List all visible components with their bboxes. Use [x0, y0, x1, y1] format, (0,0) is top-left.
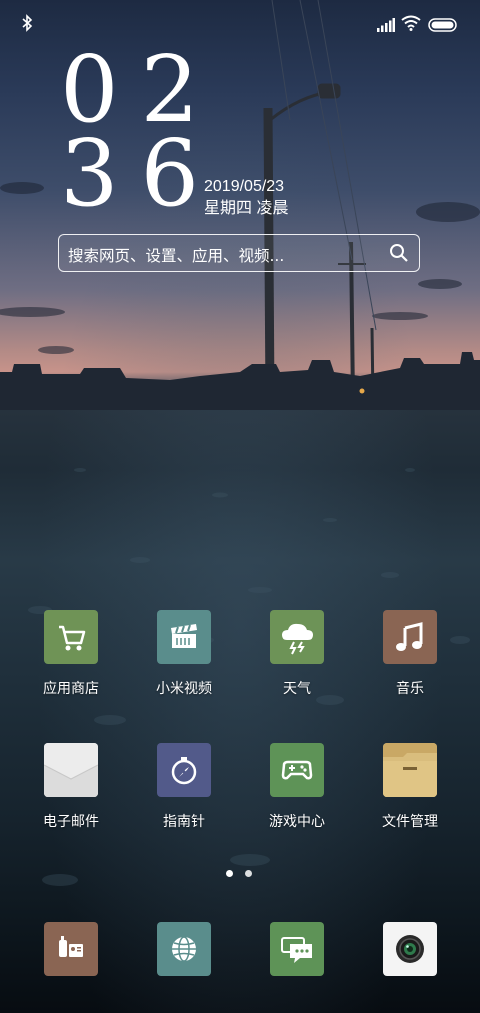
app-game-center[interactable]: 游戏中心 [242, 743, 352, 831]
browser-globe-icon [157, 922, 211, 976]
search-icon[interactable] [389, 243, 409, 267]
dock-browser[interactable] [129, 922, 239, 976]
clock-widget[interactable]: 02 36 [60, 44, 222, 227]
page-dot [245, 870, 252, 877]
app-label: 电子邮件 [43, 814, 99, 830]
app-store[interactable]: 应用商店 [16, 610, 126, 698]
app-label: 游戏中心 [269, 814, 325, 830]
app-label: 小米视频 [156, 681, 212, 697]
dock-camera[interactable] [355, 922, 465, 976]
app-label: 应用商店 [43, 681, 99, 697]
app-label: 音乐 [396, 681, 424, 697]
signal-icon [377, 17, 395, 36]
weekday-text: 星期四 凌晨 [204, 200, 289, 217]
music-note-icon [383, 610, 437, 664]
clock-minutes: 36 [60, 120, 222, 227]
app-email[interactable]: 电子邮件 [16, 743, 126, 831]
folder-icon [383, 743, 437, 797]
cart-icon [44, 610, 98, 664]
bluetooth-icon [21, 14, 33, 36]
battery-icon [428, 17, 458, 36]
search-bar[interactable]: 搜索网页、设置、应用、视频... [58, 234, 420, 272]
app-label: 天气 [283, 681, 311, 697]
app-label: 文件管理 [382, 814, 438, 830]
dock-messages[interactable] [242, 922, 352, 976]
app-music[interactable]: 音乐 [355, 610, 465, 698]
app-file-manager[interactable]: 文件管理 [355, 743, 465, 831]
page-dot-active [226, 870, 233, 877]
camera-icon [383, 922, 437, 976]
wifi-icon [401, 15, 421, 35]
search-placeholder: 搜索网页、设置、应用、视频... [68, 247, 285, 265]
date-text: 2019/05/23 [204, 178, 285, 195]
date-widget[interactable]: 2019/05/23 星期四 凌晨 [204, 176, 288, 220]
storm-cloud-icon [270, 610, 324, 664]
status-bar [0, 14, 480, 36]
clapperboard-icon [157, 610, 211, 664]
phone-contacts-icon [44, 922, 98, 976]
envelope-icon [44, 743, 98, 797]
compass-icon [157, 743, 211, 797]
app-weather[interactable]: 天气 [242, 610, 352, 698]
app-mi-video[interactable]: 小米视频 [129, 610, 239, 698]
app-label: 指南针 [163, 814, 205, 830]
message-bubbles-icon [270, 922, 324, 976]
dock-phone[interactable] [16, 922, 126, 976]
gamepad-icon [270, 743, 324, 797]
app-compass[interactable]: 指南针 [129, 743, 239, 831]
